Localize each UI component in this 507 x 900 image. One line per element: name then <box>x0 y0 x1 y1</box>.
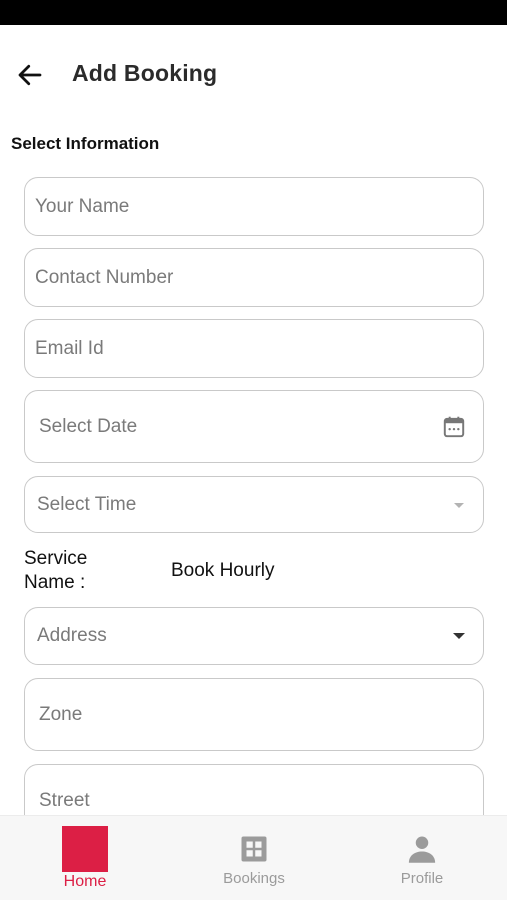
email-placeholder: Email Id <box>35 337 104 359</box>
street-placeholder: Street <box>39 789 90 811</box>
nav-label-profile: Profile <box>400 870 444 887</box>
email-input[interactable]: Email Id <box>24 319 484 378</box>
zone-input[interactable]: Zone <box>24 678 484 751</box>
caret-down-icon <box>451 500 467 510</box>
back-button[interactable] <box>10 55 50 95</box>
time-select[interactable]: Select Time <box>24 476 484 533</box>
contact-placeholder: Contact Number <box>35 266 174 288</box>
calendar-icon[interactable] <box>441 414 467 440</box>
service-name-label: Service Name : <box>24 548 88 593</box>
grid-icon <box>241 836 267 862</box>
home-square-icon <box>62 826 108 872</box>
page-title: Add Booking <box>72 60 218 86</box>
name-placeholder: Your Name <box>35 195 130 217</box>
status-bar <box>0 0 507 25</box>
bottom-navigation: Home Bookings Profile <box>0 815 507 900</box>
address-select[interactable]: Address <box>24 607 484 665</box>
address-placeholder: Address <box>37 625 107 646</box>
arrow-left-icon <box>18 64 42 86</box>
nav-label-bookings: Bookings <box>223 870 285 887</box>
name-input[interactable]: Your Name <box>24 177 484 236</box>
date-picker-field[interactable]: Select Date <box>24 390 484 463</box>
time-placeholder: Select Time <box>37 493 137 515</box>
service-name-value: Book Hourly <box>171 560 275 581</box>
person-icon <box>408 836 436 863</box>
nav-item-bookings[interactable]: Bookings <box>194 816 314 900</box>
section-title: Select Information <box>11 134 160 153</box>
zone-placeholder: Zone <box>39 703 83 725</box>
caret-down-icon <box>451 631 467 641</box>
nav-item-profile[interactable]: Profile <box>362 816 482 900</box>
app-header: Add Booking <box>0 25 507 123</box>
nav-label-home: Home <box>63 873 107 890</box>
nav-item-home[interactable]: Home <box>25 816 145 900</box>
contact-number-input[interactable]: Contact Number <box>24 248 484 307</box>
date-placeholder: Select Date <box>39 415 138 437</box>
